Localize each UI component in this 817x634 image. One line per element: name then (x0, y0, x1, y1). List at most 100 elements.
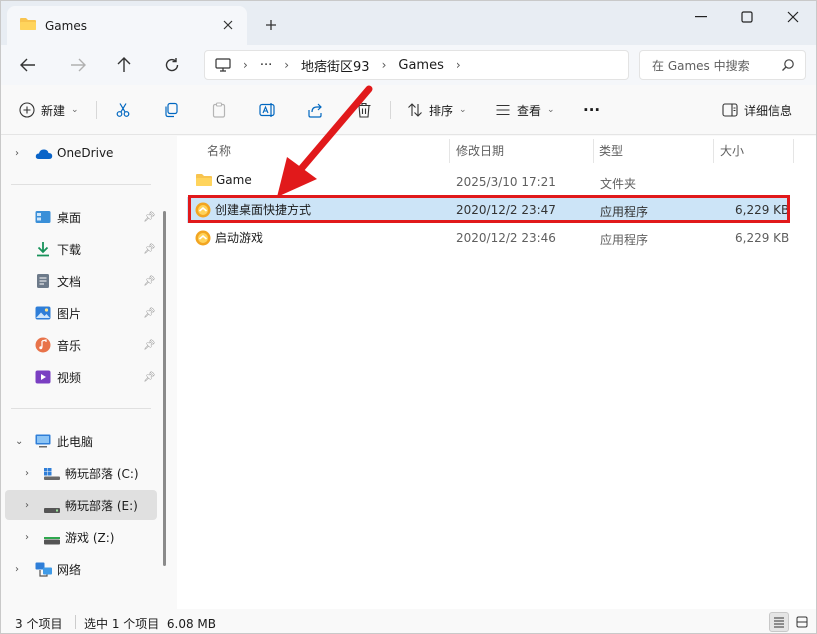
pin-icon[interactable]: 📌︎ (143, 372, 156, 383)
view-label: 查看 (517, 103, 542, 118)
more-options-button[interactable]: ··· (583, 98, 600, 122)
sidebar-item-pictures[interactable]: 图片 📌︎ (1, 298, 159, 328)
forward-button[interactable] (63, 52, 93, 78)
copy-button[interactable] (163, 98, 179, 122)
music-icon (35, 337, 51, 356)
new-tab-button[interactable] (259, 13, 283, 37)
breadcrumb-chevron-icon[interactable]: › (456, 58, 461, 72)
file-row[interactable]: Game 2025/3/10 17:21 文件夹 (187, 169, 787, 195)
sidebar-item-label: 音乐 (57, 338, 82, 353)
sidebar-item-downloads[interactable]: 下载 📌︎ (1, 234, 159, 264)
share-button[interactable] (307, 98, 323, 122)
close-tab-icon[interactable] (219, 16, 237, 34)
search-input[interactable]: 在 Games 中搜索 (639, 50, 806, 80)
chevron-right-icon[interactable]: › (15, 148, 25, 159)
divider (390, 101, 391, 119)
network-icon (35, 562, 53, 581)
sidebar-item-label: 下载 (57, 242, 82, 257)
breadcrumb-item[interactable]: Games (398, 58, 443, 73)
breadcrumb-item[interactable]: 地痞街区93 (301, 56, 370, 75)
app-icon (195, 230, 211, 245)
sidebar-item-videos[interactable]: 视频 📌︎ (1, 362, 159, 392)
sidebar-item-drive-c[interactable]: › 畅玩部落 (C:) (1, 458, 159, 488)
navigation-pane: › OneDrive 桌面 📌︎ 下载 📌︎ 文档 📌︎ 图片 📌︎ 音乐 📌︎… (1, 136, 167, 609)
minimize-button[interactable] (678, 1, 724, 33)
computer-icon (35, 434, 51, 451)
breadcrumb-chevron-icon[interactable]: › (284, 58, 289, 72)
breadcrumb-more[interactable]: ··· (260, 58, 272, 73)
close-window-button[interactable] (770, 1, 816, 33)
column-header-type[interactable]: 类型 (599, 136, 623, 164)
highlight-box (188, 195, 790, 223)
chevron-down-icon: ⌄ (547, 105, 555, 115)
details-button[interactable]: 详细信息 (722, 98, 792, 122)
cut-button[interactable] (115, 98, 131, 122)
file-name-cell: 启动游戏 (195, 229, 263, 246)
chevron-right-icon[interactable]: › (25, 532, 35, 543)
computer-icon[interactable] (215, 58, 231, 72)
sidebar-item-documents[interactable]: 文档 📌︎ (1, 266, 159, 296)
search-icon[interactable] (781, 58, 795, 75)
divider (11, 184, 151, 185)
title-bar: Games (1, 1, 816, 45)
pin-icon[interactable]: 📌︎ (143, 340, 156, 351)
pin-icon[interactable]: 📌︎ (143, 308, 156, 319)
delete-button[interactable] (356, 98, 372, 122)
sidebar-item-drive-z[interactable]: › 游戏 (Z:) (1, 522, 159, 552)
sidebar-item-music[interactable]: 音乐 📌︎ (1, 330, 159, 360)
network-drive-icon (44, 534, 60, 548)
pin-icon[interactable]: 📌︎ (143, 244, 156, 255)
more-icon: ··· (583, 101, 601, 119)
sidebar-item-network[interactable]: › 网络 (1, 554, 159, 584)
chevron-right-icon[interactable]: › (25, 468, 35, 479)
sidebar-item-label: OneDrive (57, 146, 114, 160)
chevron-right-icon[interactable]: › (15, 564, 25, 575)
view-button[interactable]: 查看 ⌄ (495, 98, 555, 122)
details-view-button[interactable] (769, 612, 789, 632)
sidebar-item-label: 桌面 (57, 210, 82, 225)
file-date: 2025/3/10 17:21 (456, 175, 556, 189)
tab-games[interactable]: Games (7, 6, 247, 45)
chevron-down-icon: ⌄ (459, 105, 467, 115)
folder-icon (19, 17, 37, 34)
sidebar-item-label: 视频 (57, 370, 82, 385)
tiles-view-button[interactable] (792, 612, 812, 632)
sidebar-item-drive-e[interactable]: › 畅玩部落 (E:) (5, 490, 157, 520)
list-view-icon (774, 617, 784, 628)
refresh-button[interactable] (157, 52, 187, 78)
desktop-icon (35, 210, 51, 227)
address-bar[interactable]: › ··· › 地痞街区93 › Games › (204, 50, 629, 80)
new-button[interactable]: 新建 ⌄ (19, 98, 79, 122)
column-header-size[interactable]: 大小 (720, 136, 744, 164)
tiles-view-icon (796, 616, 808, 628)
chevron-right-icon[interactable]: › (25, 500, 35, 511)
column-header-date[interactable]: 修改日期 (456, 136, 504, 164)
chevron-down-icon[interactable]: ⌄ (15, 436, 25, 447)
breadcrumb-chevron-icon[interactable]: › (382, 58, 387, 72)
pin-icon[interactable]: 📌︎ (143, 276, 156, 287)
breadcrumb-chevron-icon[interactable]: › (243, 58, 248, 72)
sidebar-scrollbar[interactable] (163, 211, 166, 566)
sort-button[interactable]: 排序 ⌄ (407, 98, 467, 122)
sidebar-item-onedrive[interactable]: › OneDrive (1, 138, 159, 168)
selection-info: 选中 1 个项目 6.08 MB (84, 617, 217, 631)
column-divider[interactable] (713, 139, 714, 163)
paste-button[interactable] (211, 98, 227, 122)
pin-icon[interactable]: 📌︎ (143, 212, 156, 223)
column-divider[interactable] (449, 139, 450, 163)
rename-button[interactable] (259, 98, 277, 122)
sidebar-item-desktop[interactable]: 桌面 📌︎ (1, 202, 159, 232)
document-icon (36, 273, 50, 292)
up-button[interactable] (109, 52, 139, 78)
sidebar-item-this-pc[interactable]: ⌄ 此电脑 (1, 426, 159, 456)
file-row[interactable]: 启动游戏 2020/12/2 23:46 应用程序 6,229 KB (187, 225, 789, 251)
column-header-name[interactable]: 名称 (207, 136, 231, 164)
details-pane-icon (722, 103, 738, 117)
file-name: Game (216, 173, 252, 187)
back-button[interactable] (13, 52, 43, 78)
folder-icon (196, 174, 212, 186)
column-divider[interactable] (793, 139, 794, 163)
sidebar-item-label: 畅玩部落 (C:) (65, 466, 139, 481)
column-divider[interactable] (593, 139, 594, 163)
maximize-button[interactable] (724, 1, 770, 33)
